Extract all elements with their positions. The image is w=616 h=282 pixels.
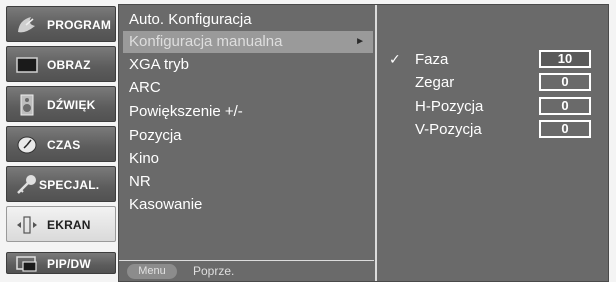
submenu-row-h-pozycja[interactable]: H-Pozycja 0 [389,97,604,117]
menu-item-xga-tryb[interactable]: XGA tryb [129,54,369,76]
submenu-row-v-pozycja[interactable]: V-Pozycja 0 [389,120,604,140]
menu-item-arc[interactable]: ARC [129,77,369,99]
submenu-label: H-Pozycja [415,98,484,115]
tab-label: CZAS [47,138,81,152]
menu-key-button[interactable]: Menu [127,264,177,279]
faza-value[interactable]: 10 [539,50,591,68]
tab-label: SPECJAL. [39,178,100,192]
menu-item-konfiguracja-manualna[interactable]: Konfiguracja manualna ► [123,31,373,53]
ekran-menu: Auto. Konfiguracja Konfiguracja manualna… [119,5,374,259]
tab-ekran[interactable]: EKRAN [6,206,116,242]
menu-item-auto-konfiguracja[interactable]: Auto. Konfiguracja [129,9,369,31]
clock-icon [17,136,37,154]
menu-item-label: NR [129,173,151,190]
tv-osd-menu: PROGRAM OBRAZ DŹWIĘK CZAS SPECJAL. EKRAN… [0,0,616,282]
tab-label: PIP/DW [47,257,91,271]
tab-label: PROGRAM [47,18,112,32]
menu-item-label: XGA tryb [129,56,190,73]
tab-label: DŹWIĘK [47,98,96,112]
menu-item-label: Kasowanie [129,196,203,213]
menu-item-label: Powiększenie +/- [129,103,243,120]
menu-item-pozycja[interactable]: Pozycja [129,125,369,147]
menu-item-kino[interactable]: Kino [129,148,369,170]
menu-item-label: ARC [129,79,161,96]
tab-label: OBRAZ [47,58,91,72]
check-icon: ✓ [389,51,401,67]
h-pozycja-value[interactable]: 0 [539,97,591,115]
menu-item-nr[interactable]: NR [129,171,369,193]
menu-footer: Menu Poprze. [119,260,374,281]
tab-obraz[interactable]: OBRAZ [6,46,116,82]
tab-label: EKRAN [47,218,91,232]
submenu-row-faza[interactable]: ✓ Faza 10 [389,50,604,70]
screen-adjust-icon [17,216,37,234]
pip-icon [16,256,37,272]
menu-item-label: Kino [129,150,160,167]
menu-item-label: Auto. Konfiguracja [129,11,252,28]
key-icon [17,175,36,194]
submenu-label: Faza [415,51,449,68]
category-tabs: PROGRAM OBRAZ DŹWIĘK CZAS SPECJAL. EKRAN… [6,6,116,280]
back-label: Poprze. [193,264,235,278]
menu-item-powiekszenie[interactable]: Powiększenie +/- [129,101,369,123]
speaker-icon [20,94,34,116]
submenu-row-zegar[interactable]: Zegar 0 [389,73,604,93]
satellite-dish-icon [18,17,35,33]
tab-pip-dw[interactable]: PIP/DW [6,252,116,274]
tab-program[interactable]: PROGRAM [6,6,116,42]
ekran-panel: Auto. Konfiguracja Konfiguracja manualna… [118,4,609,282]
tab-dzwiek[interactable]: DŹWIĘK [6,86,116,122]
v-pozycja-value[interactable]: 0 [539,120,591,138]
zegar-value[interactable]: 0 [539,73,591,91]
menu-item-kasowanie[interactable]: Kasowanie [129,194,369,216]
submenu-label: V-Pozycja [415,121,482,138]
tab-specjal[interactable]: SPECJAL. [6,166,116,202]
menu-item-label: Pozycja [129,127,182,144]
submenu-label: Zegar [415,74,455,91]
menu-item-label: Konfiguracja manualna [129,33,283,50]
tab-czas[interactable]: CZAS [6,126,116,162]
manual-config-submenu: ✓ Faza 10 Zegar 0 H-Pozycja 0 V-Pozycja … [377,5,608,281]
submenu-arrow-icon: ► [355,36,365,47]
screen-icon [16,57,38,73]
